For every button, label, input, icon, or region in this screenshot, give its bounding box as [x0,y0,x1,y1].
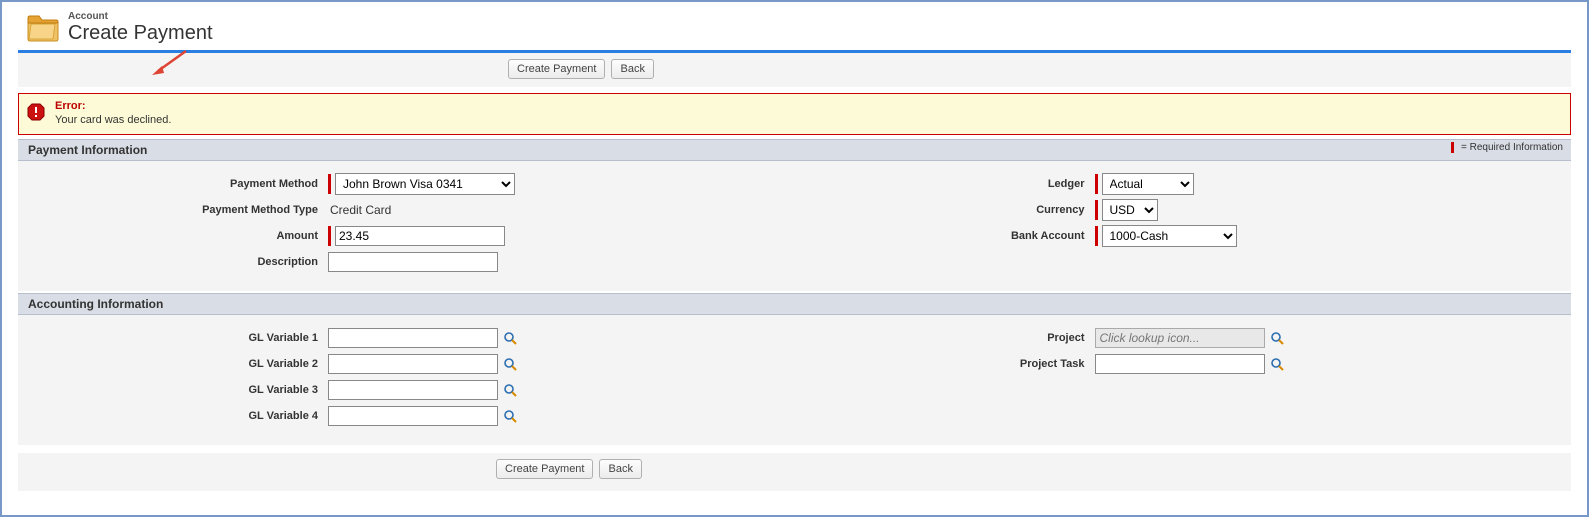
error-banner: Error: Your card was declined. [18,93,1571,135]
payment-right-col: Ledger Actual Currency USD [795,169,1562,277]
row-bank-account: Bank Account 1000-Cash [795,225,1562,247]
project-placeholder-text: Click lookup icon... [1100,331,1200,345]
ledger-select[interactable]: Actual [1102,173,1194,195]
annotation-arrow-icon [146,49,190,82]
section-header-accounting-info: Accounting Information [18,293,1571,315]
payment-left-col: Payment Method John Brown Visa 0341 Paym… [28,169,795,277]
label-bank-account: Bank Account [795,230,1095,242]
lookup-icon[interactable] [502,330,518,346]
accounting-right-col: Project Click lookup icon... Project Tas… [795,323,1562,431]
label-gl3: GL Variable 3 [28,384,328,396]
required-bar-icon [328,174,331,194]
page-title: Create Payment [68,22,213,44]
label-amount: Amount [28,230,328,242]
row-project: Project Click lookup icon... [795,327,1562,349]
back-button[interactable]: Back [599,459,641,479]
row-payment-method: Payment Method John Brown Visa 0341 [28,173,795,195]
row-ledger: Ledger Actual [795,173,1562,195]
create-payment-button[interactable]: Create Payment [496,459,593,479]
required-bar-icon [1095,200,1098,220]
label-gl1: GL Variable 1 [28,332,328,344]
currency-select[interactable]: USD [1102,199,1158,221]
row-gl4: GL Variable 4 [28,405,795,427]
row-currency: Currency USD [795,199,1562,221]
project-task-input[interactable] [1095,354,1265,374]
section-title: Accounting Information [28,297,163,311]
bottom-button-bar: Create Payment Back [18,453,1571,491]
label-description: Description [28,256,328,268]
error-title: Error: [55,100,171,114]
top-buttons: Create Payment Back [508,59,654,79]
accounting-info-section: GL Variable 1 GL Variable 2 [18,315,1571,445]
amount-input[interactable] [335,226,505,246]
label-payment-method: Payment Method [28,178,328,190]
lookup-icon[interactable] [1269,356,1285,372]
row-gl1: GL Variable 1 [28,327,795,349]
project-lookup-field[interactable]: Click lookup icon... [1095,328,1265,348]
error-icon [27,103,45,124]
label-currency: Currency [795,204,1095,216]
error-message: Your card was declined. [55,114,171,128]
label-project: Project [795,332,1095,344]
payment-info-section: Payment Method John Brown Visa 0341 Paym… [18,161,1571,291]
row-gl2: GL Variable 2 [28,353,795,375]
payment-method-type-value: Credit Card [328,203,391,217]
top-button-bar: Create Payment Back [18,53,1571,87]
lookup-icon[interactable] [1269,330,1285,346]
label-project-task: Project Task [795,358,1095,370]
gl-variable-4-input[interactable] [328,406,498,426]
row-description: Description [28,251,795,273]
row-project-task: Project Task [795,353,1562,375]
row-amount: Amount [28,225,795,247]
row-payment-method-type: Payment Method Type Credit Card [28,199,795,221]
section-header-payment-info: Payment Information = Required Informati… [18,139,1571,161]
bank-account-select[interactable]: 1000-Cash [1102,225,1237,247]
create-payment-button[interactable]: Create Payment [508,59,605,79]
lookup-icon[interactable] [502,382,518,398]
gl-variable-1-input[interactable] [328,328,498,348]
bottom-buttons: Create Payment Back [496,459,642,479]
header-text: Account Create Payment [68,11,213,44]
required-bar-icon [1095,174,1098,194]
back-button[interactable]: Back [611,59,653,79]
payment-method-select[interactable]: John Brown Visa 0341 [335,173,515,195]
section-title: Payment Information [28,143,147,157]
page-header: Account Create Payment [2,10,1587,50]
label-ledger: Ledger [795,178,1095,190]
gl-variable-3-input[interactable] [328,380,498,400]
label-payment-method-type: Payment Method Type [28,204,328,216]
label-gl4: GL Variable 4 [28,410,328,422]
lookup-icon[interactable] [502,356,518,372]
breadcrumb: Account [68,11,213,22]
label-gl2: GL Variable 2 [28,358,328,370]
required-bar-icon [1095,226,1098,246]
error-text: Error: Your card was declined. [55,100,171,128]
required-bar-icon [328,226,331,246]
required-legend-text: = Required Information [1461,142,1563,153]
lookup-icon[interactable] [502,408,518,424]
accounting-left-col: GL Variable 1 GL Variable 2 [28,323,795,431]
row-gl3: GL Variable 3 [28,379,795,401]
description-input[interactable] [328,252,498,272]
gl-variable-2-input[interactable] [328,354,498,374]
required-bar-icon [1451,142,1454,153]
folder-icon [26,10,60,44]
required-legend: = Required Information [1451,142,1563,153]
app-window: Account Create Payment Create Payment Ba… [0,0,1589,517]
